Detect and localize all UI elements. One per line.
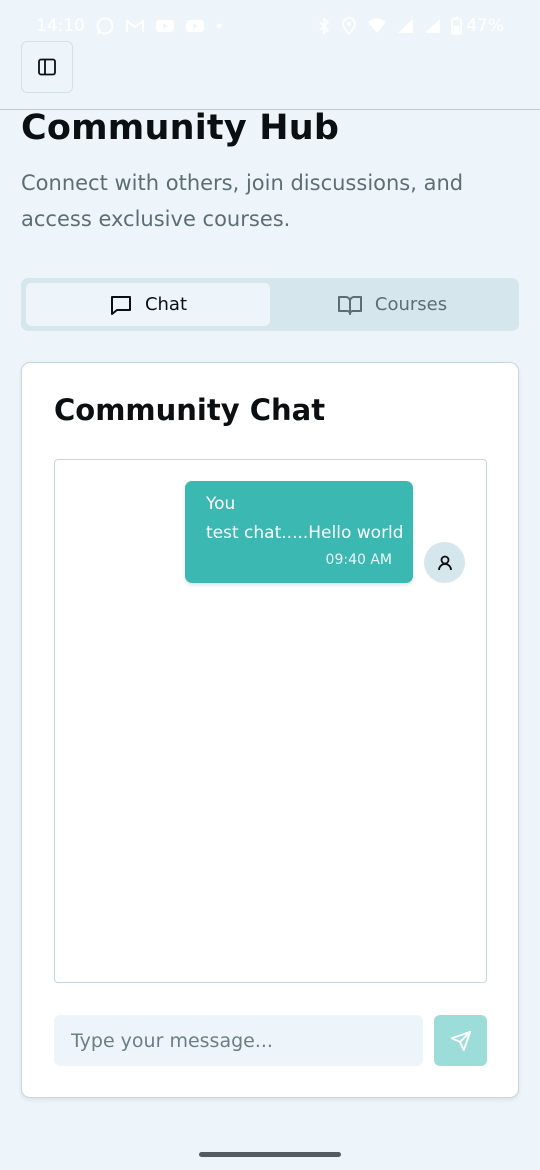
home-indicator[interactable] xyxy=(199,1152,341,1157)
sidebar-toggle-icon xyxy=(38,58,56,76)
avatar xyxy=(424,542,465,583)
message-text: test chat.....Hello world xyxy=(206,523,404,543)
message-bubble: You test chat.....Hello world 09:40 AM xyxy=(185,481,413,583)
page-subtitle: Connect with others, join discussions, a… xyxy=(21,171,464,231)
chat-title: Community Chat xyxy=(54,393,326,427)
tab-chat[interactable]: Chat xyxy=(26,283,270,326)
community-chat-card: Community Chat You test chat.....Hello w… xyxy=(21,362,519,1098)
tab-list: Chat Courses xyxy=(21,278,519,331)
tab-courses-label: Courses xyxy=(374,294,448,315)
message-input[interactable] xyxy=(54,1015,423,1066)
message-square-icon xyxy=(110,295,131,315)
message-sender: You xyxy=(206,494,236,514)
message-list[interactable]: You test chat.....Hello world 09:40 AM xyxy=(54,459,487,983)
book-open-icon xyxy=(337,295,362,315)
send-icon xyxy=(450,1030,471,1051)
app-header xyxy=(0,0,540,110)
send-button[interactable] xyxy=(434,1015,487,1066)
user-icon xyxy=(437,555,452,570)
page-title: Community Hub xyxy=(21,108,340,148)
sidebar-toggle-button[interactable] xyxy=(21,41,73,93)
tab-courses[interactable]: Courses xyxy=(270,283,514,326)
message-time: 09:40 AM xyxy=(325,552,392,568)
tab-chat-label: Chat xyxy=(144,294,188,315)
